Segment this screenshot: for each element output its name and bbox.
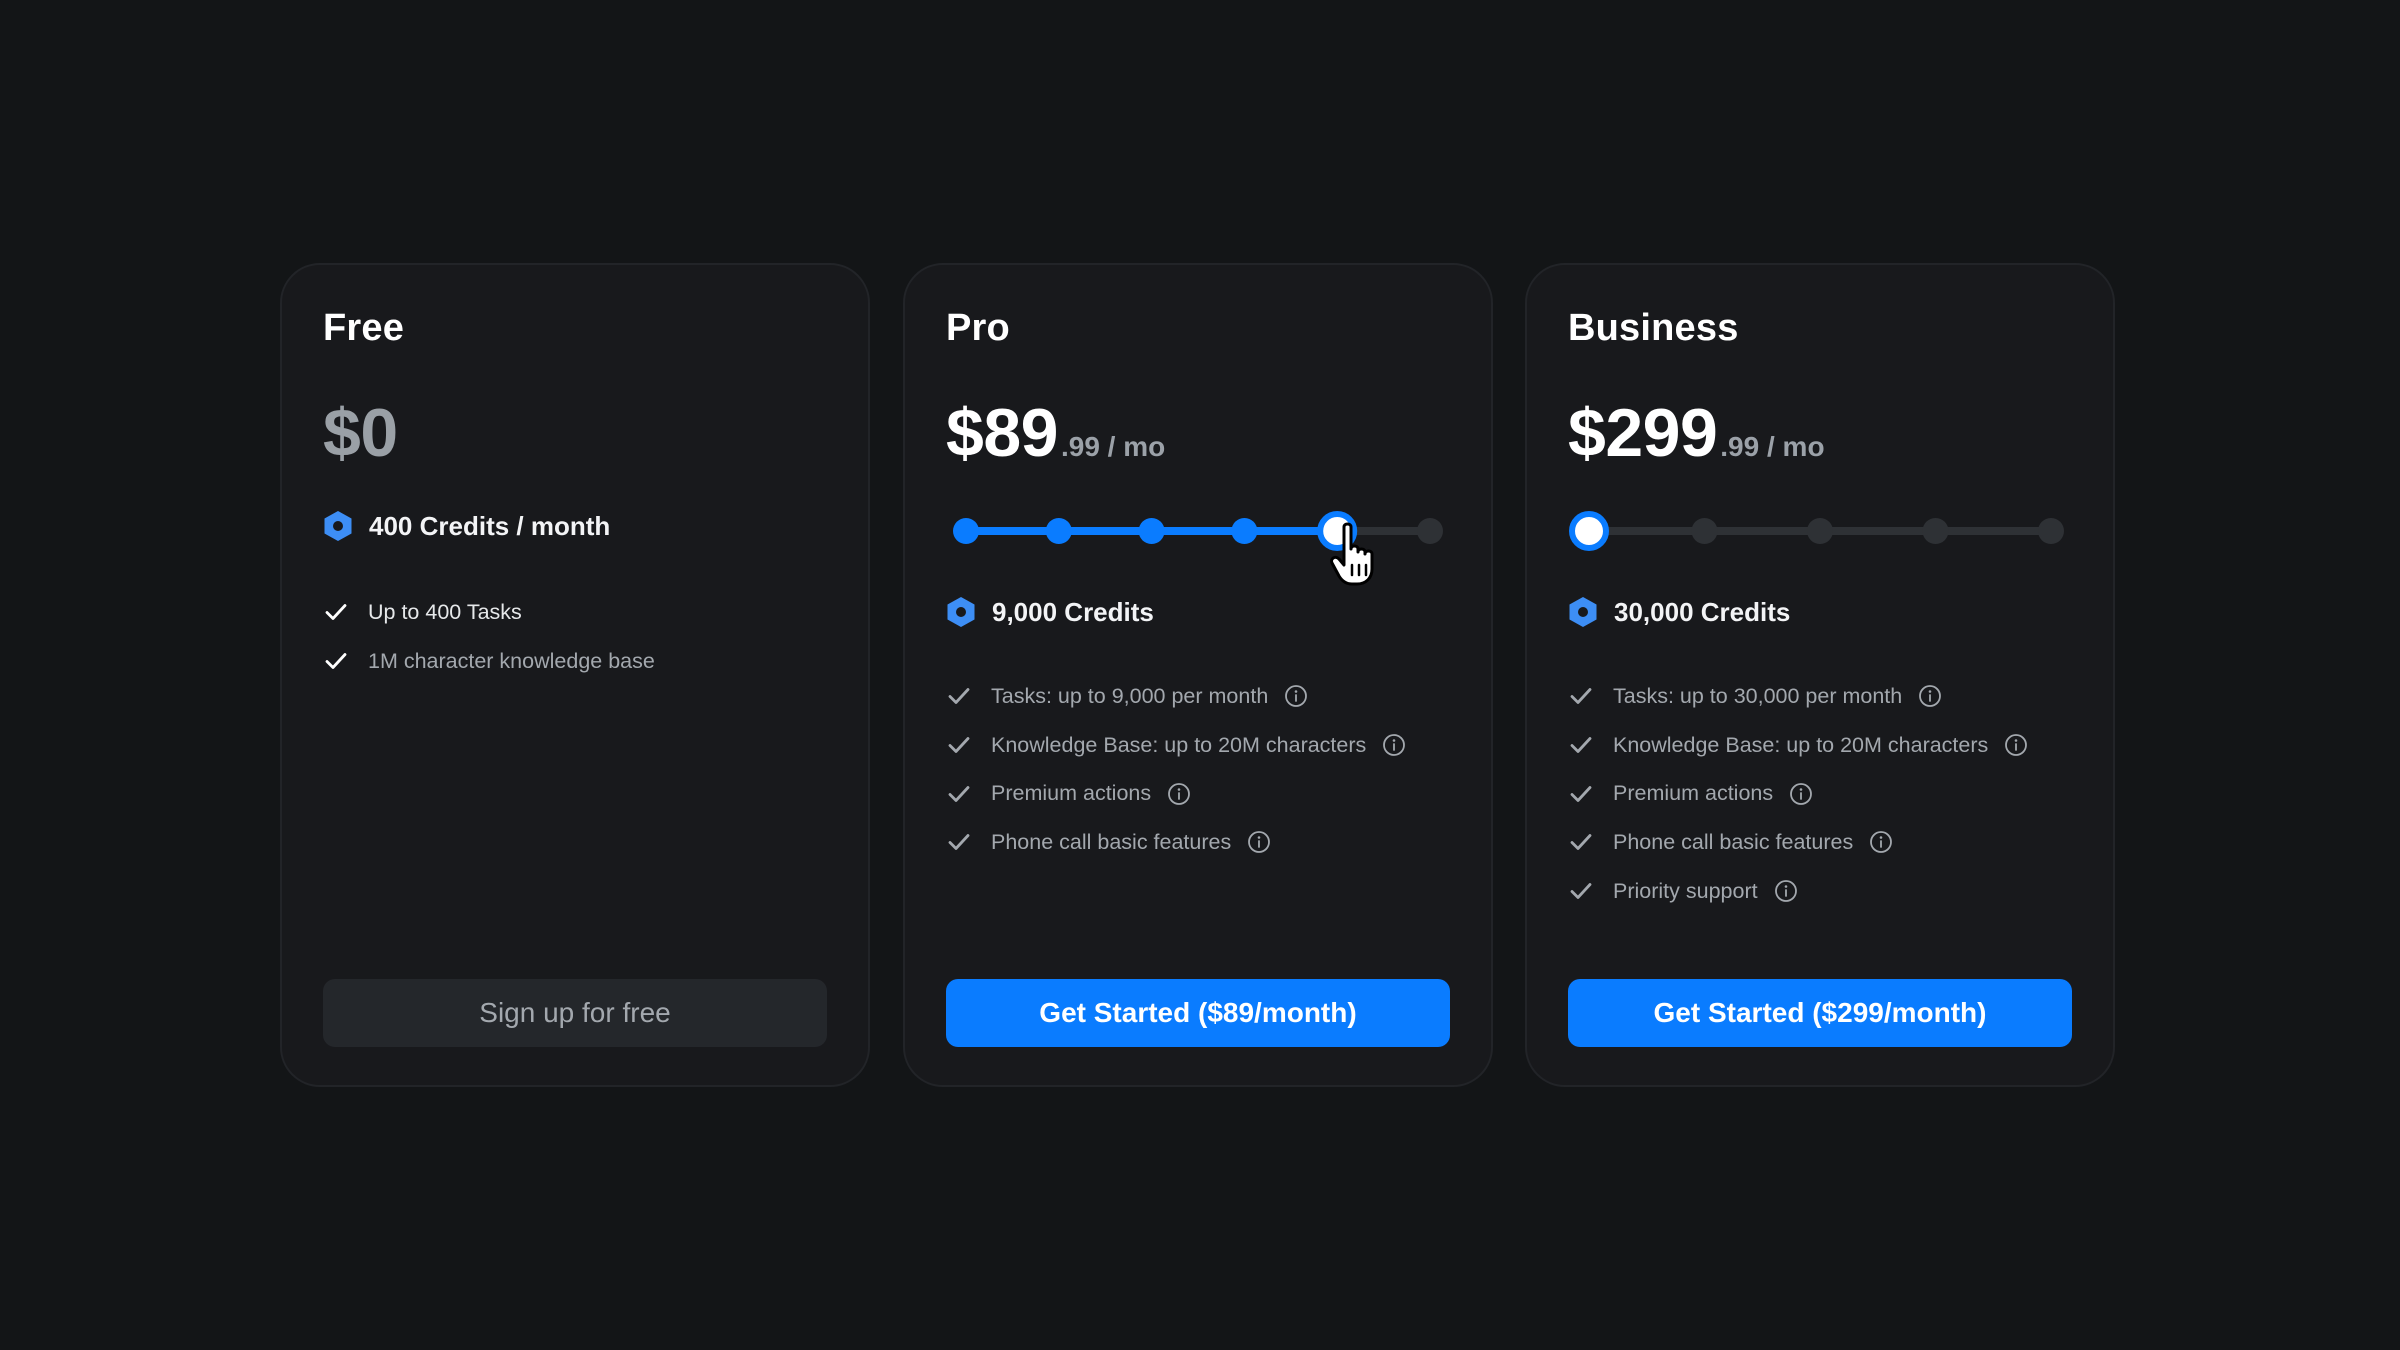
check-icon [1568, 732, 1594, 758]
feature-item: Premium actions [946, 769, 1450, 818]
slider-step[interactable] [1138, 518, 1165, 544]
sign-up-free-button[interactable]: Sign up for free [323, 979, 827, 1047]
price-amount: $0 [323, 395, 398, 471]
slider-step[interactable] [1691, 518, 1718, 544]
price: $0 [323, 399, 827, 469]
info-circle-icon[interactable] [1774, 879, 1798, 903]
slider-step[interactable] [2038, 518, 2064, 544]
check-icon [1568, 878, 1594, 904]
slider-step[interactable] [1231, 518, 1258, 544]
feature-text: Phone call basic features [1613, 829, 1854, 854]
feature-text: Knowledge Base: up to 20M characters [991, 732, 1367, 757]
info-circle-icon[interactable] [1789, 782, 1813, 806]
feature-text: Knowledge Base: up to 20M characters [1613, 732, 1989, 757]
check-icon [946, 683, 972, 709]
feature-text: 1M character knowledge base [368, 648, 655, 673]
slider-track-svg [1569, 511, 2064, 551]
price-period: .99 / mo [1720, 431, 1825, 462]
credits-row: 9,000 Credits [946, 594, 1450, 630]
plan-card-free: Free $0 400 Credits / month Up to 400 Ta… [280, 263, 870, 1087]
check-icon [1568, 781, 1594, 807]
feature-item: Phone call basic features [1568, 818, 2072, 867]
feature-text: Premium actions [1613, 781, 1774, 806]
check-icon [946, 781, 972, 807]
check-icon [1568, 683, 1594, 709]
feature-list: Tasks: up to 9,000 per month Knowledge B… [946, 672, 1450, 867]
credits-label: 400 Credits / month [369, 510, 611, 541]
check-icon [946, 732, 972, 758]
price: $89 .99 / mo [946, 399, 1450, 469]
hexagon-credit-icon [323, 510, 353, 542]
feature-item: Tasks: up to 30,000 per month [1568, 672, 2072, 721]
slider-step[interactable] [953, 518, 979, 544]
check-icon [323, 599, 349, 625]
info-circle-icon[interactable] [2004, 733, 2028, 757]
check-icon [1568, 829, 1594, 855]
feature-item: Knowledge Base: up to 20M characters [946, 721, 1450, 770]
slider-thumb[interactable] [1569, 511, 1609, 551]
slider-step[interactable] [1045, 518, 1072, 544]
plan-card-business: Business $299 .99 / mo 30,000 Credits Ta… [1525, 263, 2115, 1087]
feature-text: Priority support [1613, 878, 1758, 903]
slider-step[interactable] [1807, 518, 1833, 544]
credits-row: 400 Credits / month [323, 508, 827, 544]
info-circle-icon[interactable] [1167, 782, 1191, 806]
get-started-business-button[interactable]: Get Started ($299/month) [1568, 979, 2072, 1047]
credits-label: 9,000 Credits [992, 596, 1154, 627]
feature-text: Up to 400 Tasks [368, 599, 522, 624]
feature-text: Tasks: up to 30,000 per month [1613, 683, 1903, 708]
slider-step[interactable] [1922, 518, 1949, 544]
plan-name: Free [323, 307, 405, 349]
feature-item: Priority support [1568, 867, 2072, 916]
feature-text: Premium actions [991, 781, 1152, 806]
price-period: .99 / mo [1060, 431, 1166, 462]
credits-label: 30,000 Credits [1614, 596, 1791, 627]
info-circle-icon[interactable] [1284, 684, 1308, 708]
credits-slider[interactable] [1568, 509, 2072, 553]
check-icon [946, 829, 972, 855]
pricing-page: Free $0 400 Credits / month Up to 400 Ta… [0, 0, 2400, 1350]
feature-item: 1M character knowledge base [323, 637, 827, 686]
credits-row: 30,000 Credits [1568, 594, 2072, 630]
info-circle-icon[interactable] [1382, 733, 1406, 757]
feature-text: Phone call basic features [991, 829, 1232, 854]
price: $299 .99 / mo [1568, 399, 2072, 469]
price-amount: $299 [1568, 395, 1718, 471]
feature-item: Knowledge Base: up to 20M characters [1568, 721, 2072, 770]
plan-name: Pro [946, 307, 1010, 349]
info-circle-icon[interactable] [1247, 830, 1271, 854]
feature-item: Up to 400 Tasks [323, 588, 827, 637]
slider-step[interactable] [1417, 518, 1443, 544]
price-amount: $89 [946, 395, 1058, 471]
feature-list: Tasks: up to 30,000 per month Knowledge … [1568, 672, 2072, 915]
feature-item: Phone call basic features [946, 818, 1450, 867]
hexagon-credit-icon [1568, 596, 1598, 628]
check-icon [323, 648, 349, 674]
feature-item: Premium actions [1568, 769, 2072, 818]
feature-item: Tasks: up to 9,000 per month [946, 672, 1450, 721]
info-circle-icon[interactable] [1869, 830, 1893, 854]
feature-list: Up to 400 Tasks 1M character knowledge b… [323, 588, 827, 685]
plan-card-pro: Pro $89 .99 / mo 9,000 Credits Tasks: up… [903, 263, 1493, 1087]
feature-text: Tasks: up to 9,000 per month [991, 683, 1269, 708]
plan-name: Business [1568, 307, 1739, 349]
credits-slider[interactable] [946, 509, 1450, 586]
info-circle-icon[interactable] [1918, 684, 1942, 708]
get-started-pro-button[interactable]: Get Started ($89/month) [946, 979, 1450, 1047]
hexagon-credit-icon [946, 596, 976, 628]
